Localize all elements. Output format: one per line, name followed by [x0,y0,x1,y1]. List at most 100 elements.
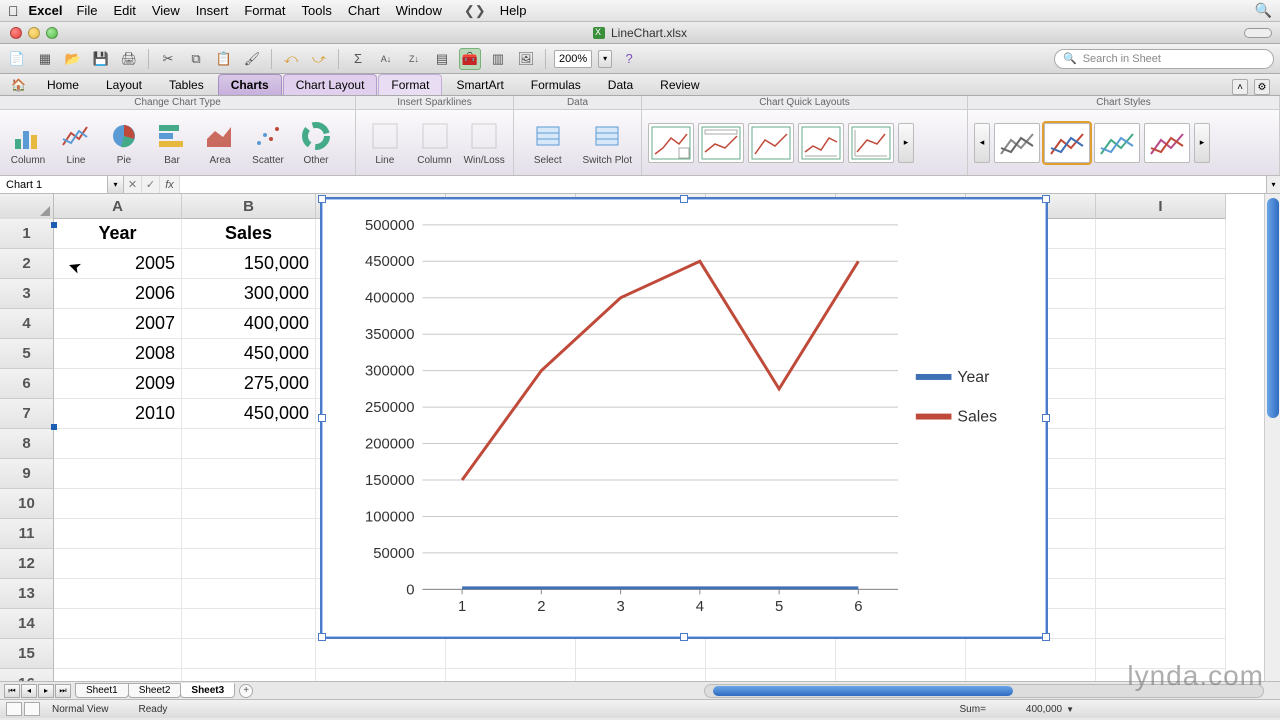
new-from-template-button[interactable]: ▦ [34,48,56,70]
cell-I14[interactable] [1096,609,1226,639]
chart-resize-handle[interactable] [318,414,326,422]
autosum-button[interactable]: Σ [347,48,369,70]
cell-B4[interactable]: 400,000 [182,309,316,339]
row-header-7[interactable]: 7 [0,399,54,429]
cell-C15[interactable] [316,639,446,669]
sheet-tab-sheet1[interactable]: Sheet1 [75,683,129,698]
cell-B15[interactable] [182,639,316,669]
cell-G15[interactable] [836,639,966,669]
ribbon-tab-review[interactable]: Review [647,74,712,95]
row-header-1[interactable]: 1 [0,219,54,249]
sort-asc-button[interactable]: A↓ [375,48,397,70]
cell-A3[interactable]: 2006 [54,279,182,309]
chart-resize-handle[interactable] [680,195,688,203]
chart-resize-handle[interactable] [1042,195,1050,203]
cell-C16[interactable] [316,669,446,682]
cell-I7[interactable] [1096,399,1226,429]
row-header-9[interactable]: 9 [0,459,54,489]
cell-B13[interactable] [182,579,316,609]
cell-A4[interactable]: 2007 [54,309,182,339]
row-header-10[interactable]: 10 [0,489,54,519]
ribbon-tab-format[interactable]: Format [378,74,442,95]
menu-chart[interactable]: Chart [348,3,380,18]
spotlight-icon[interactable]: 🔍 [1255,2,1272,19]
ribbon-tab-formulas[interactable]: Formulas [518,74,594,95]
chart-resize-handle[interactable] [318,633,326,641]
ribbon-collapse-button[interactable]: ˄ [1232,79,1248,95]
redo-button[interactable]: ⤻ [308,48,330,70]
row-header-4[interactable]: 4 [0,309,54,339]
cell-I9[interactable] [1096,459,1226,489]
ribbon-tab-charts[interactable]: Charts [218,74,282,95]
row-header-6[interactable]: 6 [0,369,54,399]
cell-A16[interactable] [54,669,182,682]
chart-layout-2[interactable] [698,123,744,163]
row-header-12[interactable]: 12 [0,549,54,579]
cell-H16[interactable] [966,669,1096,682]
chart-style-3[interactable] [1094,123,1140,163]
print-button[interactable]: 🖨 [118,48,140,70]
sparkline-column[interactable]: Column [410,117,460,168]
cell-A14[interactable] [54,609,182,639]
menu-insert[interactable]: Insert [196,3,229,18]
chart-style-2[interactable] [1044,123,1090,163]
cell-D15[interactable] [446,639,576,669]
undo-button[interactable]: ⤺ [280,48,302,70]
cell-B8[interactable] [182,429,316,459]
chart-type-pie[interactable]: Pie [100,117,148,168]
menu-file[interactable]: File [76,3,97,18]
row-header-16[interactable]: 16 [0,669,54,682]
chart-type-column[interactable]: Column [4,117,52,168]
ribbon-tab-layout[interactable]: Layout [93,74,155,95]
horizontal-scroll-thumb[interactable] [713,686,1013,696]
chart-layout-1[interactable] [648,123,694,163]
toolbox-button[interactable]: 🧰 [459,48,481,70]
normal-view-button[interactable] [6,702,22,716]
ribbon-tab-tables[interactable]: Tables [156,74,217,95]
cell-F16[interactable] [706,669,836,682]
sparkline-win-loss[interactable]: Win/Loss [459,117,509,168]
cell-A12[interactable] [54,549,182,579]
sheet-tab-sheet2[interactable]: Sheet2 [128,683,182,698]
cell-I10[interactable] [1096,489,1226,519]
row-header-5[interactable]: 5 [0,339,54,369]
cell-A11[interactable] [54,519,182,549]
chart-type-bar[interactable]: Bar [148,117,196,168]
add-sheet-button[interactable]: + [239,684,253,698]
search-in-sheet-field[interactable]: 🔍 Search in Sheet [1054,49,1274,69]
row-header-8[interactable]: 8 [0,429,54,459]
chart-type-line[interactable]: Line [52,117,100,168]
vertical-scroll-thumb[interactable] [1267,198,1279,418]
menu-view[interactable]: View [152,3,180,18]
cell-A1[interactable]: Year [54,219,182,249]
gallery-button[interactable]: ▤ [431,48,453,70]
cell-I4[interactable] [1096,309,1226,339]
cell-I12[interactable] [1096,549,1226,579]
menu-window[interactable]: Window [396,3,442,18]
tab-nav-next[interactable]: ▸ [38,684,54,698]
cell-B2[interactable]: 150,000 [182,249,316,279]
cell-B3[interactable]: 300,000 [182,279,316,309]
chart-layout-3[interactable] [748,123,794,163]
cell-B11[interactable] [182,519,316,549]
cell-A8[interactable] [54,429,182,459]
help-button[interactable]: ? [618,48,640,70]
row-header-11[interactable]: 11 [0,519,54,549]
tab-nav-prev[interactable]: ◂ [21,684,37,698]
cell-B5[interactable]: 450,000 [182,339,316,369]
row-header-14[interactable]: 14 [0,609,54,639]
sparkline-line[interactable]: Line [360,117,410,168]
ribbon-settings-button[interactable]: ⚙ [1254,79,1270,95]
cell-A9[interactable] [54,459,182,489]
ribbon-tab-data[interactable]: Data [595,74,646,95]
script-menu-icon[interactable]: ❮❯ [464,3,486,19]
chart-resize-handle[interactable] [1042,633,1050,641]
paste-button[interactable]: 📋 [213,48,235,70]
chart-resize-handle[interactable] [1042,414,1050,422]
sheet-tab-sheet3[interactable]: Sheet3 [180,683,235,698]
cell-B7[interactable]: 450,000 [182,399,316,429]
tab-nav-first[interactable]: ⏮ [4,684,20,698]
chart-resize-handle[interactable] [680,633,688,641]
formula-expand-button[interactable]: ▾ [1266,176,1280,193]
cell-I13[interactable] [1096,579,1226,609]
